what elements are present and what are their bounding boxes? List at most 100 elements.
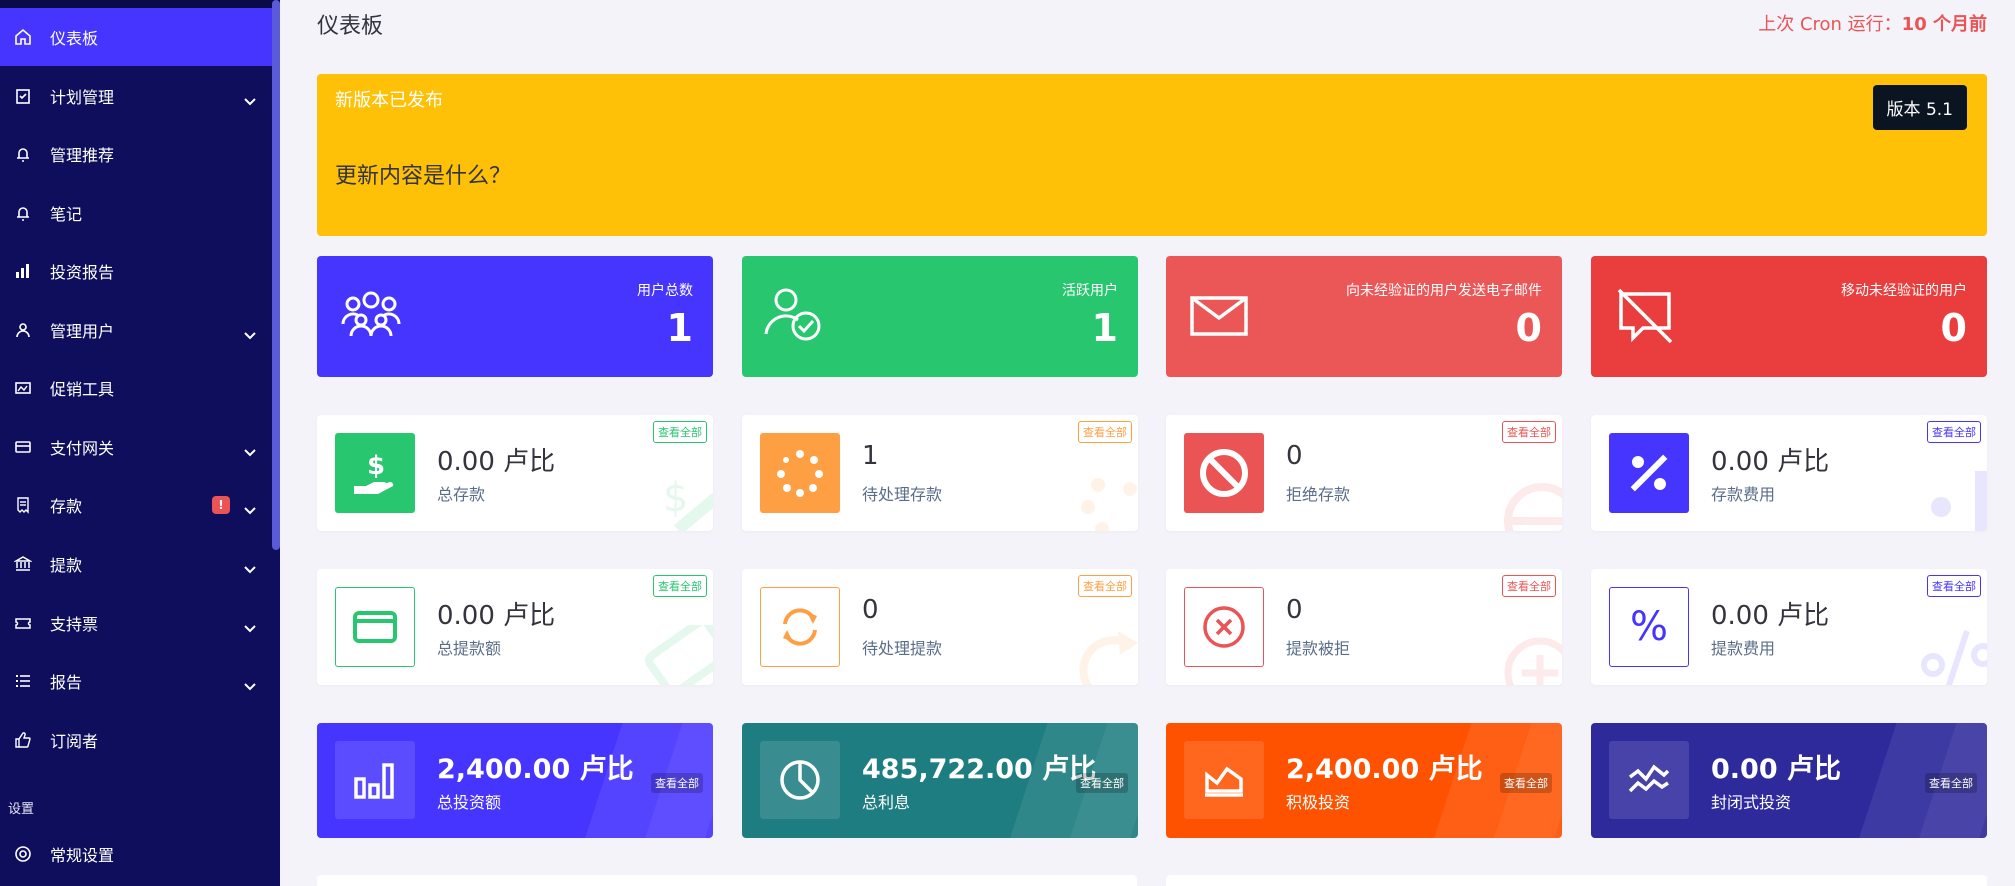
view-all-button[interactable]: 查看全部 (1502, 421, 1556, 443)
cron-prefix: 上次 Cron 运行： (1758, 14, 1902, 35)
times-circle-icon (1504, 637, 1562, 685)
sidebar-item-users[interactable]: 管理用户 (0, 301, 272, 359)
sidebar-item-deposits[interactable]: 存款 ! (0, 476, 272, 534)
sidebar-item-notes[interactable]: 笔记 (0, 184, 272, 242)
sidebar-item-label: 仪表板 (50, 29, 99, 48)
cron-status: 上次 Cron 运行：10 个月前 (1758, 10, 1987, 36)
card-label: 存款费用 (1711, 485, 1776, 504)
view-all-button[interactable]: 查看全部 (1925, 773, 1977, 793)
sidebar-item-dashboard[interactable]: 仪表板 (0, 8, 272, 66)
stat-label: 用户总数 (637, 283, 693, 299)
stat-card-mobile-unverified[interactable]: 移动未经验证的用户 0 (1591, 256, 1987, 377)
stat-card-total-users[interactable]: 用户总数 1 (317, 256, 713, 377)
card-value: 0 (862, 595, 879, 625)
area-chart-icon (1184, 741, 1264, 819)
card-value: 0.00 卢比 (1711, 447, 1830, 477)
card-label: 提款费用 (1711, 639, 1776, 658)
sidebar-item-tickets[interactable]: 支持票 (0, 594, 272, 652)
card-label: 提款被拒 (1286, 639, 1351, 658)
stat-label: 活跃用户 (1062, 283, 1118, 299)
stat-card-active-users[interactable]: 活跃用户 1 (742, 256, 1138, 377)
credit-card-icon (645, 625, 713, 685)
card-pending-withdraw[interactable]: 0 待处理提款 查看全部 (742, 569, 1138, 685)
envelope-icon (1188, 286, 1252, 346)
card-label: 待处理提款 (862, 639, 943, 658)
sidebar-item-promotion[interactable]: 促销工具 (0, 359, 272, 417)
bar-chart-icon (14, 262, 32, 280)
card-pending-deposit[interactable]: 1 待处理存款 查看全部 (742, 415, 1138, 531)
stat-value: 1 (1091, 306, 1118, 350)
card-closed-invest[interactable]: 0.00 卢比 封闭式投资 查看全部 (1591, 723, 1987, 838)
view-all-button[interactable]: 查看全部 (1078, 421, 1132, 443)
hand-dollar-icon: $ (663, 475, 713, 531)
stat-value: 0 (1515, 306, 1542, 350)
chevron-down-icon (244, 91, 256, 110)
sidebar-item-label: 提款 (50, 556, 83, 575)
view-all-button[interactable]: 查看全部 (1078, 575, 1132, 597)
card-label: 封闭式投资 (1711, 793, 1792, 812)
alert-badge: ! (212, 496, 230, 514)
ban-icon (1184, 433, 1264, 513)
card-rejected-deposit[interactable]: 0 拒绝存款 查看全部 (1166, 415, 1562, 531)
view-all-button[interactable]: 查看全部 (1927, 421, 1981, 443)
sidebar-item-reports[interactable]: 报告 (0, 652, 272, 710)
view-all-button[interactable]: 查看全部 (1500, 773, 1552, 793)
card-label: 总投资额 (437, 793, 502, 812)
ban-icon (1504, 483, 1562, 531)
view-all-button[interactable]: 查看全部 (653, 575, 707, 597)
card-value: 0 (1286, 595, 1303, 625)
card-total-interest[interactable]: 485,722.00 卢比 总利息 查看全部 (742, 723, 1138, 838)
sidebar-item-label: 管理用户 (50, 322, 115, 341)
version-badge[interactable]: 版本 5.1 (1872, 85, 1967, 130)
home-icon (14, 28, 32, 46)
stat-card-email-unverified[interactable]: 向未经验证的用户发送电子邮件 0 (1166, 256, 1562, 377)
partial-card (1166, 875, 1987, 886)
page-title: 仪表板 (317, 14, 384, 39)
banner-subtitle[interactable]: 更新内容是什么？ (335, 158, 511, 190)
card-label: 总利息 (862, 793, 911, 812)
chart-bar-icon (335, 741, 415, 819)
percent-icon (1609, 433, 1689, 513)
card-total-invest[interactable]: 2,400.00 卢比 总投资额 查看全部 (317, 723, 713, 838)
sidebar-item-plans[interactable]: 计划管理 (0, 67, 272, 125)
spinner-icon (1081, 478, 1137, 531)
sidebar-item-label: 报告 (50, 673, 83, 692)
stat-label: 移动未经验证的用户 (1841, 283, 1967, 299)
card-total-deposit[interactable]: $ 0.00 卢比 总存款 查看全部 $ (317, 415, 713, 531)
sidebar-item-invest-report[interactable]: 投资报告 (0, 242, 272, 300)
list-icon (14, 672, 32, 690)
sidebar-item-gateways[interactable]: 支付网关 (0, 418, 272, 476)
sidebar-item-general-settings[interactable]: 常规设置 (0, 825, 272, 883)
percent-icon (1921, 630, 1987, 685)
sidebar-item-subscribers[interactable]: 订阅者 (0, 711, 272, 769)
card-value: 0.00 卢比 (437, 601, 556, 631)
users-icon (14, 321, 32, 339)
lifebuoy-icon (14, 845, 32, 863)
thumbs-up-icon (14, 731, 32, 749)
sidebar-item-label: 管理推荐 (50, 146, 115, 165)
ticket-icon (14, 614, 32, 632)
sidebar-item-withdrawals[interactable]: 提款 (0, 535, 272, 593)
sidebar-item-label: 常规设置 (50, 846, 115, 865)
chevron-down-icon (244, 676, 256, 695)
card-rejected-withdraw[interactable]: 0 提款被拒 查看全部 (1166, 569, 1562, 685)
card-label: 总提款额 (437, 639, 502, 658)
stat-label: 向未经验证的用户发送电子邮件 (1346, 283, 1542, 299)
card-value: 2,400.00 卢比 (437, 754, 634, 785)
sync-icon (1079, 631, 1138, 685)
view-all-button[interactable]: 查看全部 (653, 421, 707, 443)
card-label: 拒绝存款 (1286, 485, 1351, 504)
sidebar-item-referrals[interactable]: 管理推荐 (0, 125, 272, 183)
hand-dollar-icon: $ (335, 433, 415, 513)
view-all-button[interactable]: 查看全部 (1502, 575, 1556, 597)
card-withdraw-charge[interactable]: % 0.00 卢比 提款费用 查看全部 (1591, 569, 1987, 685)
view-all-button[interactable]: 查看全部 (1927, 575, 1981, 597)
sidebar-scrollbar[interactable] (272, 0, 280, 550)
card-active-invest[interactable]: 2,400.00 卢比 积极投资 查看全部 (1166, 723, 1562, 838)
view-all-button[interactable]: 查看全部 (1076, 773, 1128, 793)
card-deposit-charge[interactable]: 0.00 卢比 存款费用 查看全部 (1591, 415, 1987, 531)
view-all-button[interactable]: 查看全部 (651, 773, 703, 793)
card-total-withdraw[interactable]: 0.00 卢比 总提款额 查看全部 (317, 569, 713, 685)
card-value: 0.00 卢比 (437, 447, 556, 477)
svg-text:$: $ (367, 451, 385, 481)
